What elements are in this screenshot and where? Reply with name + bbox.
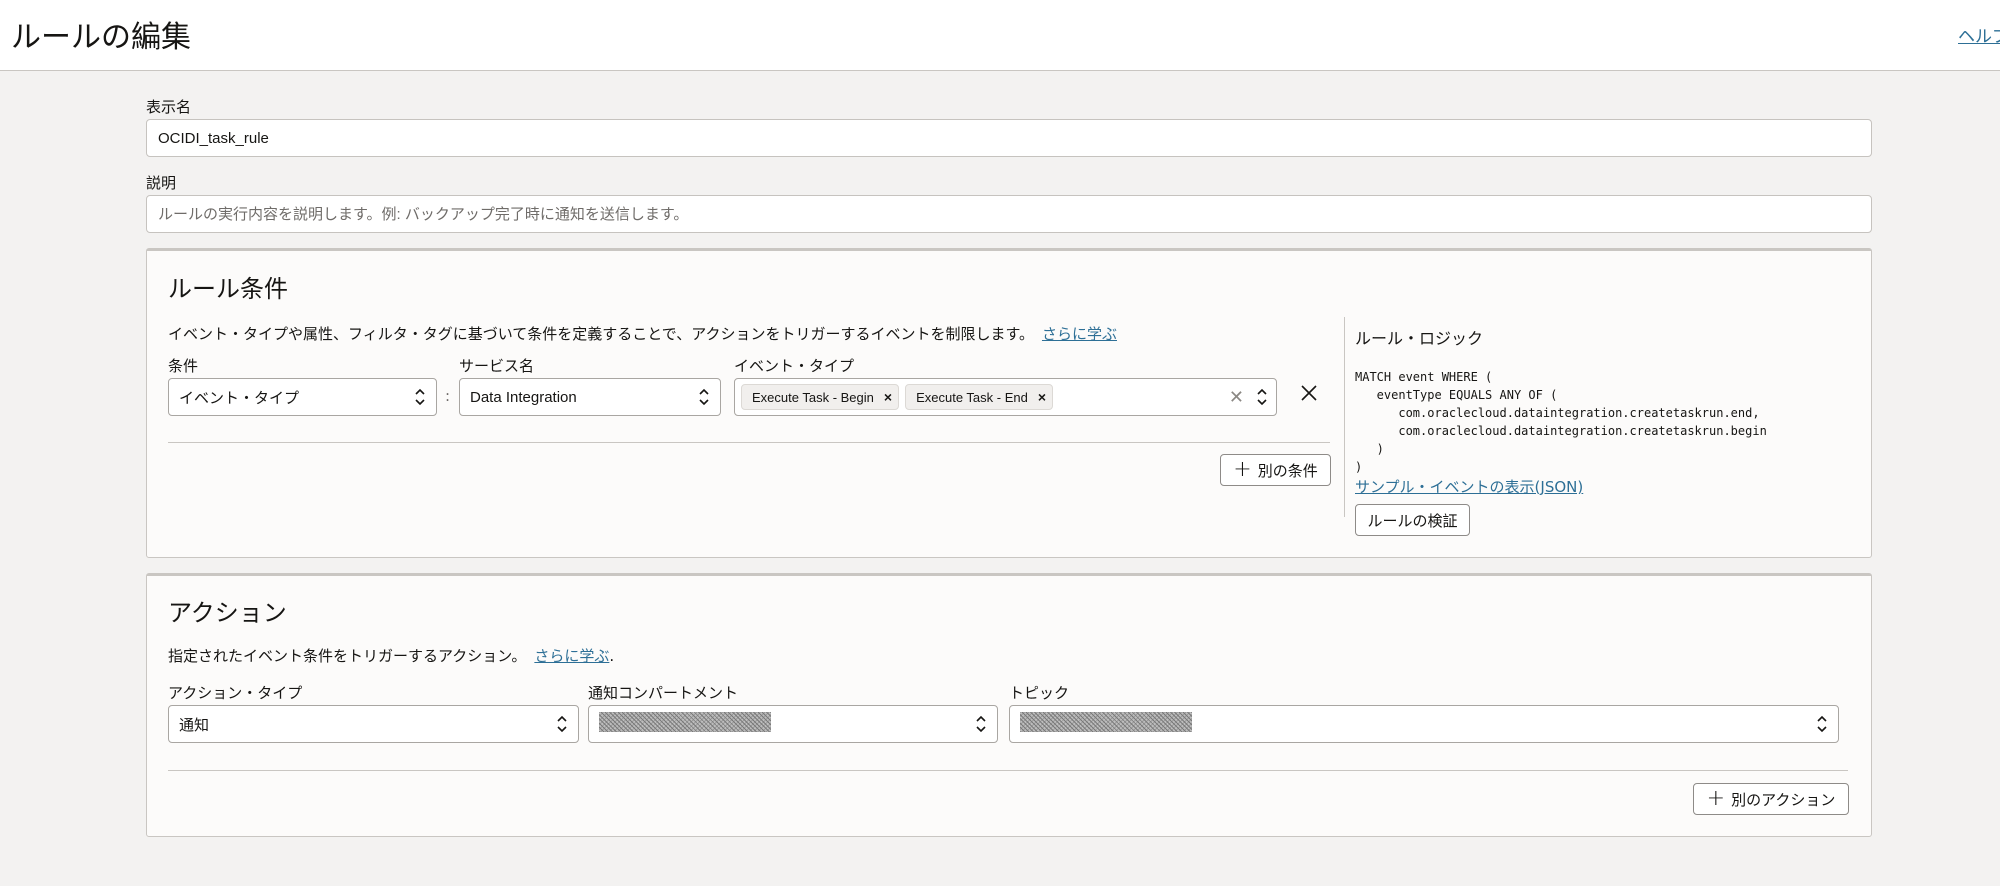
- chip-remove-icon[interactable]: ×: [1038, 389, 1046, 405]
- event-type-chip: Execute Task - Begin ×: [741, 384, 900, 410]
- redacted-value: [1020, 712, 1192, 732]
- logic-divider: [1344, 317, 1345, 517]
- add-condition-label: 別の条件: [1257, 461, 1318, 480]
- display-name-label: 表示名: [146, 98, 192, 116]
- service-name-select-value: Data Integration: [470, 388, 577, 406]
- learn-more-link[interactable]: さらに学ぶ: [1042, 325, 1117, 343]
- redacted-value: [599, 712, 771, 732]
- chevron-up-down-icon: [557, 715, 567, 733]
- event-type-chip-label: Execute Task - End: [916, 389, 1028, 405]
- rule-conditions-panel: ルール条件 イベント・タイプや属性、フィルタ・タグに基づいて条件を定義することで…: [146, 248, 1872, 558]
- rule-logic-title: ルール・ロジック: [1355, 329, 1484, 348]
- notification-compartment-label: 通知コンパートメント: [588, 684, 739, 702]
- display-name-input[interactable]: [146, 119, 1872, 157]
- rule-conditions-title: ルール条件: [168, 275, 288, 303]
- add-action-label: 別のアクション: [1731, 790, 1836, 809]
- rule-conditions-description-text: イベント・タイプや属性、フィルタ・タグに基づいて条件を定義することで、アクション…: [168, 325, 1034, 343]
- topic-select[interactable]: [1009, 705, 1839, 743]
- actions-learn-more-suffix: .: [609, 647, 615, 665]
- page-header: ルールの編集 ヘルプ: [0, 0, 2000, 71]
- separator-colon: :: [445, 387, 451, 405]
- actions-title: アクション: [168, 599, 287, 627]
- add-action-button[interactable]: + 別のアクション: [1693, 783, 1849, 815]
- event-type-chips: Execute Task - Begin × Execute Task - En…: [741, 384, 1229, 410]
- action-type-select[interactable]: 通知: [168, 705, 579, 743]
- event-type-chip-label: Execute Task - Begin: [752, 389, 874, 405]
- close-icon[interactable]: [1300, 384, 1318, 402]
- topic-redacted-value: [1020, 712, 1816, 736]
- clear-icon[interactable]: ✕: [1229, 387, 1244, 408]
- service-name-label: サービス名: [459, 357, 535, 375]
- event-type-chip: Execute Task - End ×: [905, 384, 1054, 410]
- service-name-select[interactable]: Data Integration: [459, 378, 721, 416]
- help-link[interactable]: ヘルプ: [1958, 22, 2000, 47]
- chevron-up-down-icon: [1257, 388, 1267, 406]
- condition-select[interactable]: イベント・タイプ: [168, 378, 437, 416]
- event-type-multiselect[interactable]: Execute Task - Begin × Execute Task - En…: [734, 378, 1277, 416]
- sample-event-link[interactable]: サンプル・イベントの表示(JSON): [1355, 476, 1583, 497]
- chevron-up-down-icon: [415, 388, 425, 406]
- actions-description: 指定されたイベント条件をトリガーするアクション。 さらに学ぶ.: [168, 645, 614, 666]
- chevron-up-down-icon: [1817, 715, 1827, 733]
- plus-icon: +: [1233, 457, 1252, 482]
- event-type-label: イベント・タイプ: [734, 357, 855, 375]
- page-title: ルールの編集: [11, 20, 191, 55]
- topic-label: トピック: [1009, 684, 1070, 702]
- rule-conditions-description: イベント・タイプや属性、フィルタ・タグに基づいて条件を定義することで、アクション…: [168, 323, 1117, 344]
- actions-description-text: 指定されたイベント条件をトリガーするアクション。: [168, 647, 527, 665]
- chip-remove-icon[interactable]: ×: [884, 389, 892, 405]
- action-type-select-value: 通知: [179, 716, 210, 734]
- actions-learn-more-link[interactable]: さらに学ぶ: [534, 647, 609, 665]
- add-condition-button[interactable]: + 別の条件: [1220, 454, 1331, 486]
- chevron-up-down-icon: [976, 715, 986, 733]
- rule-logic-code: MATCH event WHERE ( eventType EQUALS ANY…: [1355, 370, 1767, 474]
- conditions-divider: [168, 442, 1330, 443]
- condition-label: 条件: [168, 357, 199, 375]
- plus-icon: +: [1706, 786, 1726, 811]
- compartment-redacted-value: [599, 712, 975, 736]
- validate-rule-label: ルールの検証: [1367, 511, 1458, 530]
- notification-compartment-select[interactable]: [588, 705, 998, 743]
- condition-select-value: イベント・タイプ: [179, 389, 300, 407]
- description-input[interactable]: [146, 195, 1872, 233]
- validate-rule-button[interactable]: ルールの検証: [1355, 504, 1470, 536]
- actions-divider: [168, 770, 1848, 771]
- action-type-label: アクション・タイプ: [168, 684, 303, 702]
- chevron-up-down-icon: [699, 388, 709, 406]
- actions-panel: アクション 指定されたイベント条件をトリガーするアクション。 さらに学ぶ. アクシ…: [146, 573, 1872, 837]
- description-label: 説明: [146, 174, 177, 192]
